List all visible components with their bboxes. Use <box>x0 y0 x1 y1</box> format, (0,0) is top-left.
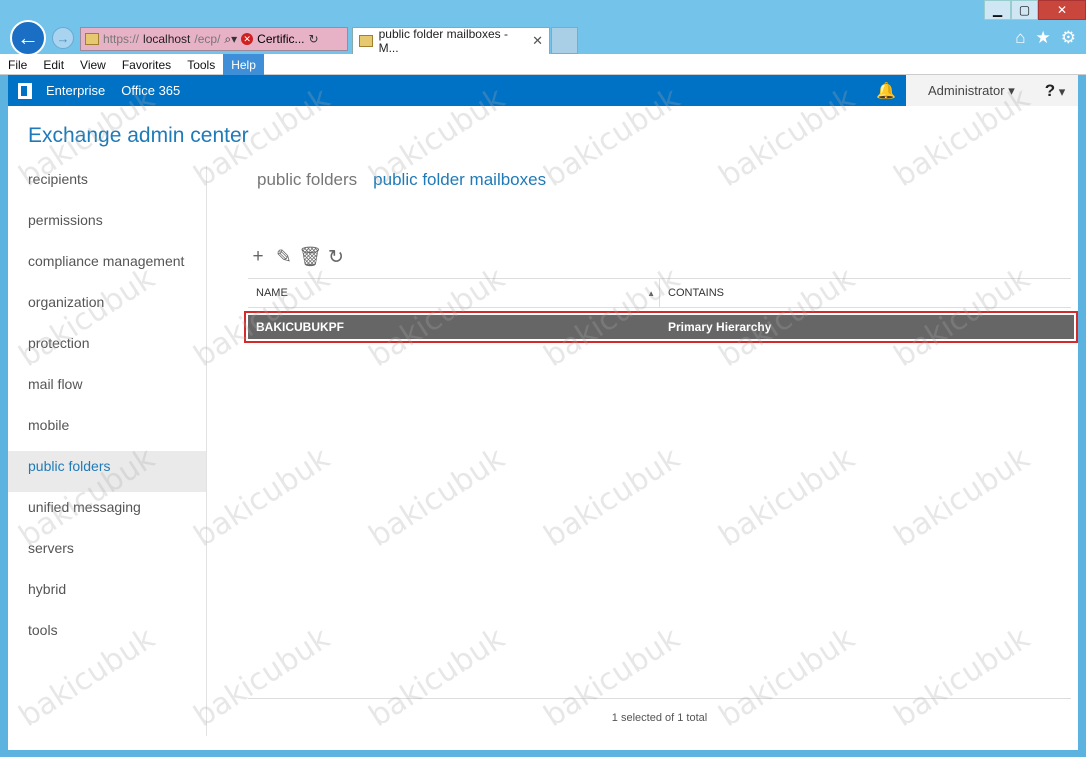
help-menu[interactable]: ? ▾ <box>1045 81 1066 101</box>
column-header-contains[interactable]: CONTAINS <box>660 279 1071 307</box>
office-logo-icon[interactable] <box>18 82 32 99</box>
help-icon: ? <box>1044 80 1056 100</box>
page-title: Exchange admin center <box>28 124 249 147</box>
sidebar-item-protection[interactable]: protection <box>8 328 206 369</box>
address-path: /ecp/ <box>194 32 221 46</box>
menu-view[interactable]: View <box>72 54 114 75</box>
sidebar-item-permissions[interactable]: permissions <box>8 205 206 246</box>
grid-toolbar: + ✎ 🗑 ↻ <box>249 246 345 268</box>
cell-name: BAKICUBUKPF <box>256 320 344 334</box>
sidebar-item-recipients[interactable]: recipients <box>8 164 206 205</box>
sidebar-item-compliance-management[interactable]: compliance management <box>8 246 206 287</box>
browser-menubar: File Edit View Favorites Tools Help <box>0 54 1086 75</box>
menu-file[interactable]: File <box>0 54 35 75</box>
sidebar-item-servers[interactable]: servers <box>8 533 206 574</box>
menu-favorites[interactable]: Favorites <box>114 54 179 75</box>
address-protocol: https:// <box>103 32 140 46</box>
search-icon[interactable]: ⌕▾ <box>224 32 237 47</box>
account-area: Administrator ▾ ? ▾ <box>906 75 1078 106</box>
account-name: Administrator <box>928 82 1005 98</box>
add-icon[interactable]: + <box>249 246 267 267</box>
column-header-name[interactable]: NAME ▲ <box>248 279 660 307</box>
tab-title: public folder mailboxes - M... <box>378 27 508 55</box>
menu-tools[interactable]: Tools <box>179 54 223 75</box>
minimize-icon[interactable]: ▁ <box>984 0 1011 20</box>
tab-public-folder-mailboxes[interactable]: public folder mailboxes <box>373 170 546 190</box>
browser-tab[interactable]: public folder mailboxes - M... ✕ <box>352 27 550 55</box>
back-arrow-icon[interactable]: ← <box>10 20 46 56</box>
sidebar: recipients permissions compliance manage… <box>8 164 206 656</box>
account-menu[interactable]: Administrator ▾ <box>928 83 1015 99</box>
cell-contains: Primary Hierarchy <box>668 320 772 334</box>
sidebar-item-mobile[interactable]: mobile <box>8 410 206 451</box>
sidebar-divider <box>206 166 207 736</box>
refresh-icon[interactable]: ↻ <box>309 32 319 46</box>
mailbox-grid: NAME ▲ CONTAINS BAKICUBUKPF Primary Hier… <box>244 278 1078 343</box>
certificate-error-label[interactable]: Certific... <box>257 32 304 46</box>
edit-pencil-icon[interactable]: ✎ <box>275 247 293 268</box>
column-label-name: NAME <box>256 287 288 299</box>
forward-arrow-icon[interactable]: → <box>52 27 74 49</box>
sidebar-item-organization[interactable]: organization <box>8 287 206 328</box>
refresh-icon[interactable]: ↻ <box>327 247 345 268</box>
window-controls: ▁ ▢ ✕ <box>984 0 1086 20</box>
sidebar-item-unified-messaging[interactable]: unified messaging <box>8 492 206 533</box>
sidebar-item-hybrid[interactable]: hybrid <box>8 574 206 615</box>
grid-footer-divider <box>248 698 1071 699</box>
enterprise-link[interactable]: Enterprise <box>46 83 105 98</box>
favorites-star-icon[interactable]: ★ <box>1036 28 1051 48</box>
page-icon <box>85 33 99 45</box>
menu-edit[interactable]: Edit <box>35 54 72 75</box>
address-bar[interactable]: https://localhost/ecp/ ⌕▾ ✕ Certific... … <box>80 27 348 51</box>
delete-trash-icon[interactable]: 🗑 <box>298 247 322 268</box>
grid-header: NAME ▲ CONTAINS <box>248 278 1071 308</box>
tab-close-icon[interactable]: ✕ <box>532 33 543 49</box>
browser-right-icons: ⌂ ★ ⚙ <box>1015 28 1076 48</box>
subnav: public folders public folder mailboxes <box>257 170 546 190</box>
sort-ascending-icon: ▲ <box>647 288 655 298</box>
home-icon[interactable]: ⌂ <box>1015 28 1025 48</box>
selection-status: 1 selected of 1 total <box>611 712 708 724</box>
certificate-error-icon[interactable]: ✕ <box>241 33 254 45</box>
office365-bar: Enterprise Office 365 🔔 Administrator ▾ … <box>8 75 1078 106</box>
selected-row-highlight: BAKICUBUKPF Primary Hierarchy <box>244 311 1078 343</box>
sidebar-item-tools[interactable]: tools <box>8 615 206 656</box>
table-row[interactable]: BAKICUBUKPF Primary Hierarchy <box>248 315 1074 339</box>
window-close-icon[interactable]: ✕ <box>1038 0 1086 20</box>
column-label-contains: CONTAINS <box>668 287 725 299</box>
office365-link[interactable]: Office 365 <box>121 83 180 98</box>
sidebar-item-public-folders[interactable]: public folders <box>8 451 206 492</box>
browser-titlebar: ← → https://localhost/ecp/ ⌕▾ ✕ Certific… <box>0 0 1086 56</box>
tab-public-folders[interactable]: public folders <box>257 170 357 190</box>
menu-help[interactable]: Help <box>223 54 264 75</box>
tab-favicon <box>359 35 373 47</box>
exchange-admin-center: Exchange admin center recipients permiss… <box>8 106 1078 750</box>
gear-icon[interactable]: ⚙ <box>1061 28 1076 48</box>
maximize-icon[interactable]: ▢ <box>1011 0 1038 20</box>
bell-icon[interactable]: 🔔 <box>876 81 896 101</box>
sidebar-item-mail-flow[interactable]: mail flow <box>8 369 206 410</box>
new-tab-button[interactable] <box>551 27 578 54</box>
address-host: localhost <box>143 32 191 46</box>
